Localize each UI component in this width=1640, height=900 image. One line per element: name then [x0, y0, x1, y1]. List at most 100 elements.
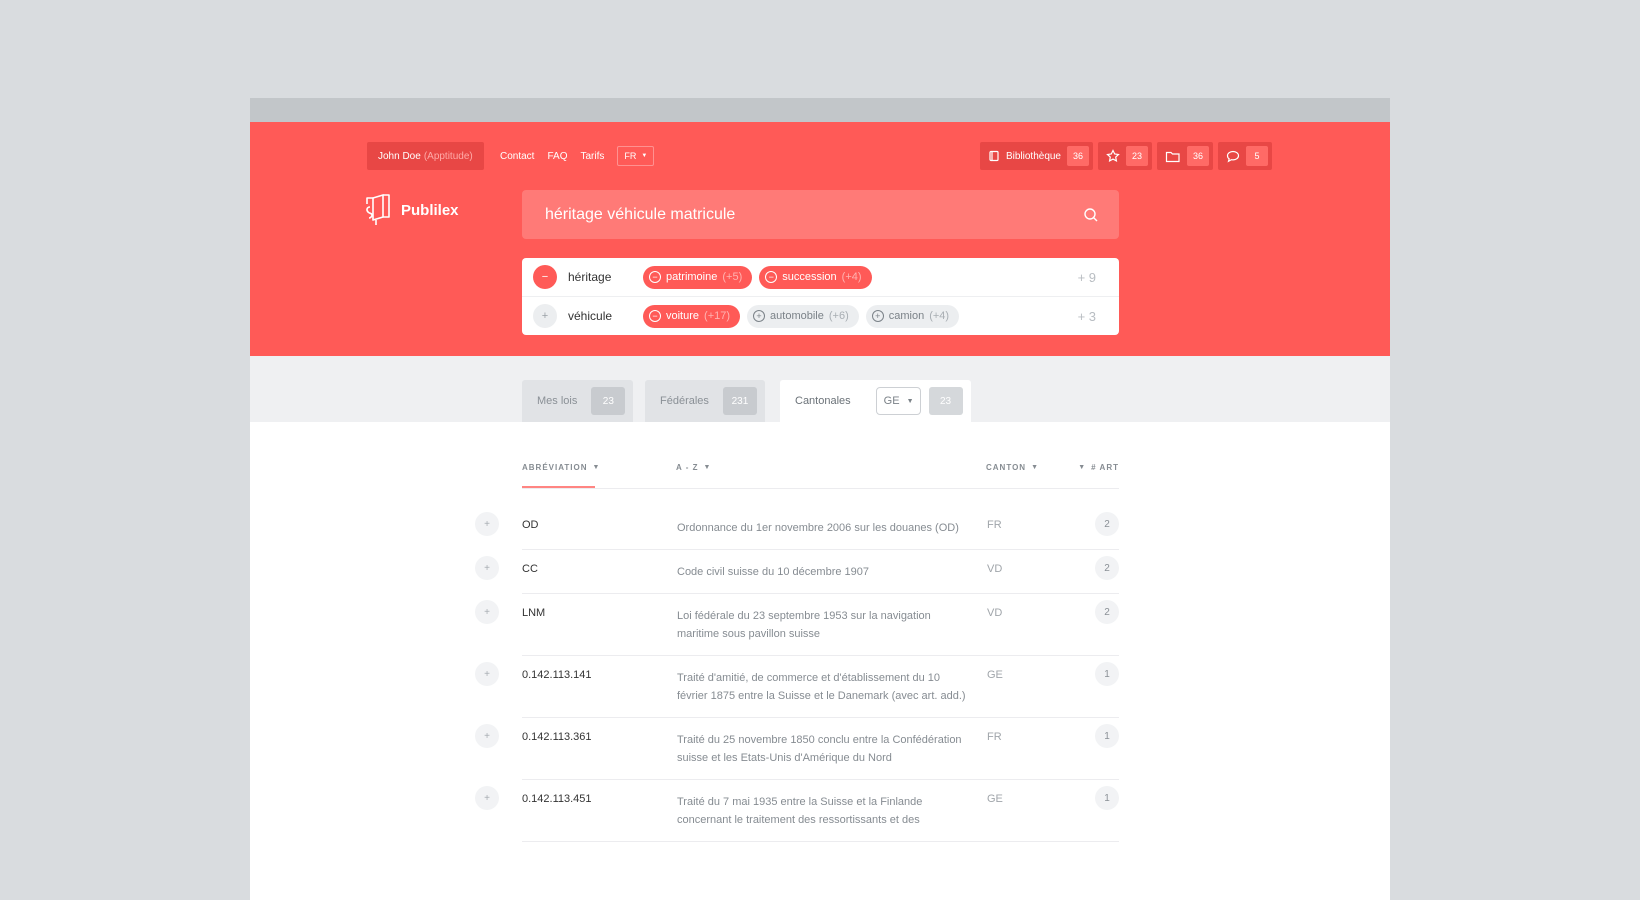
law-abbreviation: 0.142.113.361 [522, 731, 592, 743]
synonym-chip[interactable]: + camion (+4) [865, 304, 960, 328]
synonym-label: automobile [770, 310, 824, 322]
sort-down-icon: ▼ [1078, 464, 1087, 471]
synonym-chips: − patrimoine (+5) − succession (+4) [643, 265, 872, 289]
article-count-badge: 2 [1095, 512, 1119, 536]
expand-row-button[interactable]: + [475, 556, 499, 580]
folder-icon [1165, 151, 1180, 162]
sort-by-canton[interactable]: CANTON ▼ [986, 463, 1039, 472]
tab-count-badge: 23 [591, 387, 626, 415]
table-row[interactable]: + LNM Loi fédérale du 23 septembre 1953 … [475, 594, 1119, 656]
folders-count: 36 [1187, 146, 1209, 166]
expand-row-button[interactable]: + [475, 600, 499, 624]
law-canton: FR [987, 731, 1002, 743]
law-title[interactable]: Ordonnance du 1er novembre 2006 sur les … [677, 506, 967, 549]
messages-button[interactable]: 5 [1218, 142, 1272, 170]
column-header-label: CANTON [986, 463, 1027, 472]
law-abbreviation: LNM [522, 607, 546, 619]
expand-row-button[interactable]: + [475, 512, 499, 536]
canton-select-value: GE [883, 395, 900, 407]
search-bar [522, 190, 1119, 239]
synonym-count: (+5) [722, 271, 743, 283]
favorites-button[interactable]: 23 [1098, 142, 1152, 170]
library-button[interactable]: Bibliothèque 36 [979, 142, 1093, 170]
keyword-toggle-button[interactable]: + [533, 304, 557, 328]
user-org: (Apptitude) [423, 150, 473, 162]
law-abbreviation: CC [522, 563, 538, 575]
more-synonyms-link[interactable]: + 9 [1078, 270, 1096, 285]
synonym-count: (+4) [929, 310, 950, 322]
sort-down-icon: ▼ [703, 464, 712, 471]
article-count-badge: 1 [1095, 724, 1119, 748]
synonym-label: succession [782, 271, 837, 283]
laws-table: ABRÉVIATION ▼ A - Z ▼ CANTON ▼ ▼ # ART +… [475, 451, 1119, 842]
keyword-label: héritage [568, 270, 612, 284]
synonym-chip[interactable]: − succession (+4) [759, 265, 872, 289]
law-canton: VD [987, 607, 1003, 619]
synonym-label: camion [888, 310, 925, 322]
header-counters: Bibliothèque 36 23 36 5 [979, 142, 1272, 170]
law-title[interactable]: Traité du 7 mai 1935 entre la Suisse et … [677, 780, 967, 841]
synonym-count: (+6) [828, 310, 849, 322]
expand-row-button[interactable]: + [475, 662, 499, 686]
synonym-count: (+17) [704, 310, 731, 322]
expand-row-button[interactable]: + [475, 724, 499, 748]
minus-circle-icon: − [649, 310, 661, 322]
law-abbreviation: 0.142.113.451 [522, 793, 592, 805]
expand-row-button[interactable]: + [475, 786, 499, 810]
law-canton: FR [987, 519, 1002, 531]
law-abbreviation: OD [522, 519, 539, 531]
article-count-badge: 2 [1095, 600, 1119, 624]
table-row[interactable]: + CC Code civil suisse du 10 décembre 19… [475, 550, 1119, 594]
law-title[interactable]: Code civil suisse du 10 décembre 1907 [677, 550, 967, 593]
search-icon[interactable] [1083, 207, 1099, 223]
logo[interactable]: Publilex [365, 194, 459, 226]
browser-bar [250, 98, 1390, 122]
minus-circle-icon: − [649, 271, 661, 283]
language-select[interactable]: FR ▼ [617, 146, 655, 166]
favorites-count: 23 [1126, 146, 1148, 166]
messages-count: 5 [1246, 146, 1268, 166]
tab-federales[interactable]: Fédérales 231 [645, 380, 765, 422]
library-label: Bibliothèque [1005, 150, 1061, 162]
law-title[interactable]: Traité du 25 novembre 1850 conclu entre … [677, 718, 967, 779]
synonym-chip[interactable]: + automobile (+6) [747, 304, 859, 328]
table-header: ABRÉVIATION ▼ A - Z ▼ CANTON ▼ ▼ # ART [522, 451, 1119, 489]
nav-link-contact[interactable]: Contact [500, 151, 534, 162]
search-input[interactable] [545, 205, 1045, 224]
keyword-toggle-button[interactable]: − [533, 265, 557, 289]
user-menu-button[interactable]: John Doe (Apptitude) [367, 142, 484, 170]
sort-by-abbreviation[interactable]: ABRÉVIATION ▼ [522, 463, 601, 488]
article-count-badge: 1 [1095, 662, 1119, 686]
table-row[interactable]: + 0.142.113.141 Traité d'amitié, de comm… [475, 656, 1119, 718]
user-name: John Doe [378, 150, 421, 162]
tab-mes-lois[interactable]: Mes lois 23 [522, 380, 634, 422]
logo-text: Publilex [401, 201, 459, 219]
table-row[interactable]: + 0.142.113.361 Traité du 25 novembre 18… [475, 718, 1119, 780]
sort-down-icon: ▼ [592, 464, 601, 471]
article-count-badge: 1 [1095, 786, 1119, 810]
law-title[interactable]: Traité d'amitié, de commerce et d'établi… [677, 656, 967, 717]
caret-down-icon: ▼ [641, 153, 648, 159]
sort-by-title[interactable]: A - Z ▼ [676, 463, 711, 472]
nav-link-tarifs[interactable]: Tarifs [580, 151, 604, 162]
table-row[interactable]: + 0.142.113.451 Traité du 7 mai 1935 ent… [475, 780, 1119, 842]
nav-link-faq[interactable]: FAQ [547, 151, 567, 162]
synonym-chip[interactable]: − voiture (+17) [643, 304, 741, 328]
keyword-row: − héritage − patrimoine (+5) − successio… [522, 258, 1119, 296]
synonym-chip[interactable]: − patrimoine (+5) [643, 265, 753, 289]
canton-select[interactable]: GE ▼ [875, 387, 921, 415]
synonym-label: voiture [666, 310, 700, 322]
tab-label: Mes lois [537, 395, 578, 407]
plus-circle-icon: + [753, 310, 766, 322]
tab-cantonales[interactable]: Cantonales GE ▼ 23 [780, 380, 971, 422]
more-synonyms-link[interactable]: + 3 [1078, 309, 1096, 324]
table-body: + OD Ordonnance du 1er novembre 2006 sur… [475, 506, 1119, 842]
table-row[interactable]: + OD Ordonnance du 1er novembre 2006 sur… [475, 506, 1119, 550]
plus-circle-icon: + [871, 310, 884, 322]
sort-by-article-count[interactable]: ▼ # ART [1078, 463, 1119, 472]
law-title[interactable]: Loi fédérale du 23 septembre 1953 sur la… [677, 594, 967, 655]
tab-label: Cantonales [795, 395, 851, 407]
keyword-row: + véhicule − voiture (+17) + automobile … [522, 296, 1119, 335]
folders-button[interactable]: 36 [1157, 142, 1213, 170]
tab-count-badge: 23 [928, 387, 963, 415]
